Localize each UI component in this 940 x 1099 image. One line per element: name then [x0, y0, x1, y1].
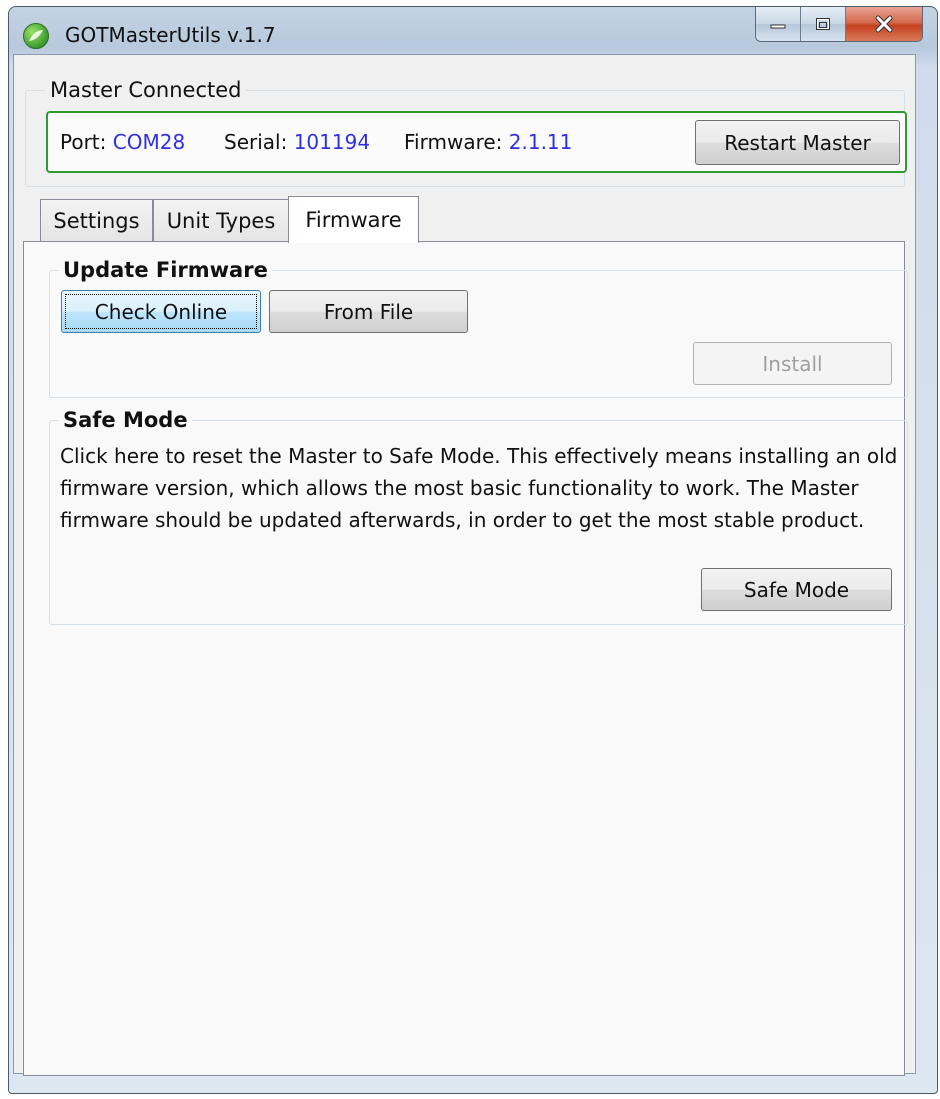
restart-master-button[interactable]: Restart Master — [695, 120, 900, 165]
firmware-value: 2.1.11 — [508, 130, 573, 154]
connection-info-box: Port: COM28 Serial: 101194 Firmware: 2.1… — [46, 111, 907, 173]
app-logo-icon — [23, 23, 49, 49]
tab-settings[interactable]: Settings — [40, 199, 153, 241]
serial-info: Serial: 101194 — [224, 130, 370, 154]
window-title: GOTMasterUtils v.1.7 — [65, 23, 276, 47]
serial-value: 101194 — [293, 130, 371, 154]
maximize-icon[interactable] — [801, 7, 846, 41]
minimize-icon[interactable] — [756, 7, 801, 41]
serial-label: Serial: — [224, 130, 288, 154]
window-controls — [755, 7, 923, 42]
port-label: Port: — [60, 130, 107, 154]
install-button[interactable]: Install — [693, 342, 892, 385]
tab-unit-types[interactable]: Unit Types — [153, 199, 289, 241]
safe-mode-description: Click here to reset the Master to Safe M… — [60, 444, 898, 532]
port-info: Port: COM28 — [60, 130, 185, 154]
safe-mode-button[interactable]: Safe Mode — [701, 568, 892, 611]
from-file-button[interactable]: From File — [269, 290, 468, 333]
check-online-label: Check Online — [94, 299, 228, 324]
safe-mode-title: Safe Mode — [59, 408, 192, 432]
firmware-info: Firmware: 2.1.11 — [404, 130, 572, 154]
port-value: COM28 — [112, 130, 186, 154]
tab-firmware[interactable]: Firmware — [288, 196, 419, 243]
update-firmware-title: Update Firmware — [59, 258, 272, 282]
firmware-label: Firmware: — [404, 130, 503, 154]
title-bar[interactable]: GOTMasterUtils v.1.7 — [9, 7, 937, 61]
check-online-button[interactable]: Check Online — [61, 290, 261, 333]
connection-status-label: Master Connected — [45, 78, 247, 102]
close-icon[interactable] — [846, 7, 922, 41]
